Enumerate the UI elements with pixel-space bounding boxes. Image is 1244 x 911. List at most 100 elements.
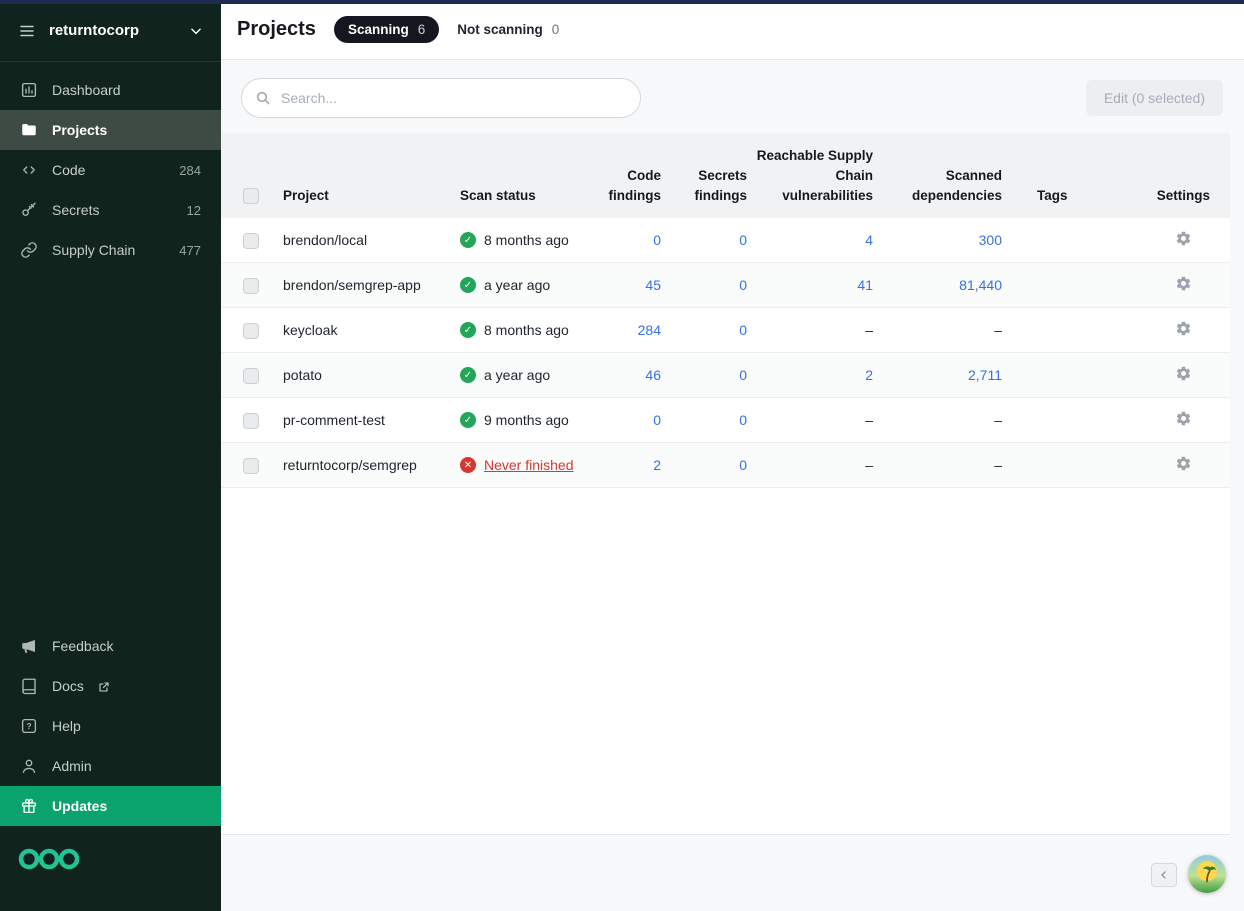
- sidebar-item-label: Dashboard: [52, 82, 121, 98]
- supply-chain-count-badge: 477: [179, 243, 201, 258]
- sidebar-item-label: Projects: [52, 122, 107, 138]
- menu-icon[interactable]: [18, 22, 36, 40]
- scan-success-icon: [460, 412, 476, 428]
- tab-not-scanning-label: Not scanning: [457, 22, 543, 37]
- tags-cell: [1009, 263, 1099, 308]
- tab-not-scanning-count: 0: [552, 22, 560, 37]
- code-icon: [20, 161, 38, 179]
- supply-chain-link[interactable]: 4: [865, 232, 873, 248]
- sidebar-item-secrets[interactable]: Secrets 12: [0, 190, 221, 230]
- project-name[interactable]: brendon/local: [265, 218, 443, 263]
- row-checkbox[interactable]: [243, 413, 259, 429]
- supply-chain-empty: –: [865, 322, 873, 338]
- tab-not-scanning[interactable]: Not scanning 0: [457, 22, 559, 37]
- code-findings-link[interactable]: 0: [653, 412, 661, 428]
- select-all-checkbox[interactable]: [243, 188, 259, 204]
- sidebar-item-label: Supply Chain: [52, 242, 135, 258]
- row-checkbox[interactable]: [243, 233, 259, 249]
- megaphone-icon: [20, 637, 38, 655]
- settings-gear-button[interactable]: [1175, 410, 1192, 427]
- palm-tree-icon: [1197, 864, 1217, 884]
- search-box: [241, 78, 641, 118]
- header-dependencies: Scanned dependencies: [877, 133, 1009, 218]
- page-title: Projects: [237, 18, 316, 41]
- search-input[interactable]: [241, 78, 641, 118]
- tags-cell: [1009, 443, 1099, 488]
- code-findings-link[interactable]: 2: [653, 457, 661, 473]
- project-name[interactable]: returntocorp/semgrep: [265, 443, 443, 488]
- header-supply-chain: Reachable Supply Chain vulnerabilities: [755, 133, 877, 218]
- sidebar-item-help[interactable]: ? Help: [0, 706, 221, 746]
- scan-failed-icon: [460, 457, 476, 473]
- key-icon: [20, 201, 38, 219]
- help-icon: ?: [20, 717, 38, 735]
- chat-launcher-button[interactable]: [1188, 855, 1226, 893]
- sidebar-item-feedback[interactable]: Feedback: [0, 626, 221, 666]
- table-row: brendon/local 8 months ago 0 0 4 300: [221, 218, 1230, 263]
- projects-table: Project Scan status Code findings Secret…: [221, 133, 1230, 488]
- row-checkbox[interactable]: [243, 458, 259, 474]
- sidebar-item-label: Secrets: [52, 202, 99, 218]
- pagination-prev-button[interactable]: [1151, 863, 1177, 887]
- settings-gear-button[interactable]: [1175, 455, 1192, 472]
- secrets-findings-link[interactable]: 0: [739, 367, 747, 383]
- svg-text:?: ?: [26, 722, 31, 731]
- sidebar-item-supply-chain[interactable]: Supply Chain 477: [0, 230, 221, 270]
- project-name[interactable]: brendon/semgrep-app: [265, 263, 443, 308]
- search-icon: [255, 90, 271, 106]
- tags-cell: [1009, 398, 1099, 443]
- row-checkbox[interactable]: [243, 368, 259, 384]
- secrets-findings-link[interactable]: 0: [739, 232, 747, 248]
- topbar: Projects Scanning 6 Not scanning 0: [221, 0, 1244, 60]
- secrets-findings-link[interactable]: 0: [739, 277, 747, 293]
- row-checkbox[interactable]: [243, 278, 259, 294]
- code-findings-link[interactable]: 45: [645, 277, 661, 293]
- settings-gear-button[interactable]: [1175, 230, 1192, 247]
- sidebar-item-updates[interactable]: Updates: [0, 786, 221, 826]
- sidebar-item-label: Updates: [52, 798, 107, 814]
- project-name[interactable]: keycloak: [265, 308, 443, 353]
- scan-status-text: 8 months ago: [484, 232, 569, 248]
- dependencies-link[interactable]: 300: [979, 232, 1002, 248]
- supply-chain-link[interactable]: 41: [857, 277, 873, 293]
- content: Edit (0 selected) Project Scan status Co…: [221, 60, 1244, 911]
- supply-chain-link[interactable]: 2: [865, 367, 873, 383]
- dependencies-link[interactable]: 2,711: [968, 367, 1002, 383]
- code-findings-link[interactable]: 46: [645, 367, 661, 383]
- semgrep-logo: [0, 826, 221, 911]
- top-strip: [0, 0, 1244, 4]
- sidebar-item-projects[interactable]: Projects: [0, 110, 221, 150]
- secrets-findings-link[interactable]: 0: [739, 457, 747, 473]
- project-name[interactable]: potato: [265, 353, 443, 398]
- settings-gear-button[interactable]: [1175, 275, 1192, 292]
- project-name[interactable]: pr-comment-test: [265, 398, 443, 443]
- dependencies-link[interactable]: 81,440: [959, 277, 1002, 293]
- secrets-findings-link[interactable]: 0: [739, 412, 747, 428]
- gift-icon: [20, 797, 38, 815]
- sidebar-item-dashboard[interactable]: Dashboard: [0, 70, 221, 110]
- scan-status-link[interactable]: Never finished: [484, 457, 574, 473]
- secrets-findings-link[interactable]: 0: [739, 322, 747, 338]
- sidebar-item-docs[interactable]: Docs: [0, 666, 221, 706]
- code-findings-link[interactable]: 284: [638, 322, 661, 338]
- header-code-findings: Code findings: [575, 133, 667, 218]
- scan-status-text: 9 months ago: [484, 412, 569, 428]
- app-root: returntocorp Dashboard Projects: [0, 0, 1244, 911]
- code-findings-link[interactable]: 0: [653, 232, 661, 248]
- book-icon: [20, 677, 38, 695]
- tab-scanning[interactable]: Scanning 6: [334, 16, 439, 43]
- chevron-down-icon[interactable]: [189, 24, 203, 38]
- settings-gear-button[interactable]: [1175, 320, 1192, 337]
- scan-success-icon: [460, 277, 476, 293]
- user-icon: [20, 757, 38, 775]
- sidebar-item-label: Feedback: [52, 638, 113, 654]
- org-switcher[interactable]: returntocorp: [0, 0, 221, 62]
- tags-cell: [1009, 308, 1099, 353]
- supply-chain-empty: –: [865, 412, 873, 428]
- settings-gear-button[interactable]: [1175, 365, 1192, 382]
- org-name: returntocorp: [49, 22, 176, 39]
- sidebar-item-admin[interactable]: Admin: [0, 746, 221, 786]
- sidebar-item-code[interactable]: Code 284: [0, 150, 221, 190]
- row-checkbox[interactable]: [243, 323, 259, 339]
- edit-selected-button[interactable]: Edit (0 selected): [1086, 80, 1223, 116]
